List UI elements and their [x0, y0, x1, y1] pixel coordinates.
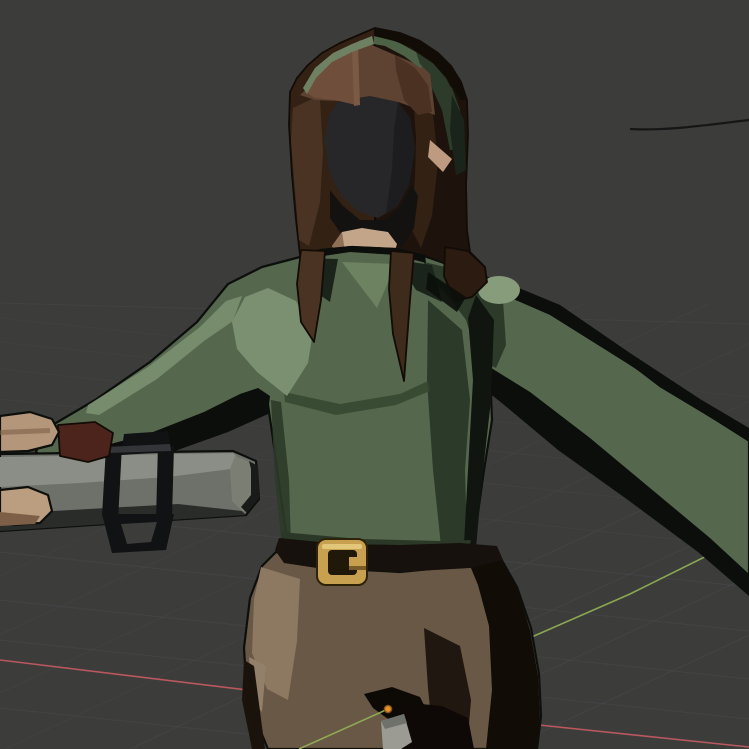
handle-knob	[58, 422, 113, 462]
club-strap-right	[156, 444, 174, 521]
origin-dot[interactable]	[384, 705, 391, 712]
viewport-canvas[interactable]	[0, 0, 749, 749]
buckle-highlight	[322, 544, 362, 549]
belt-buckle	[317, 539, 367, 585]
buckle-tongue-shadow	[349, 566, 366, 570]
viewport-3d[interactable]	[0, 0, 749, 749]
